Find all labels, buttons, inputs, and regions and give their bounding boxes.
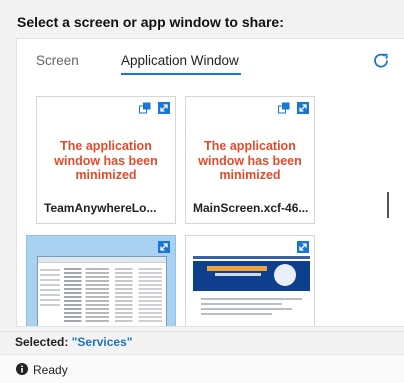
restore-icon[interactable] [139, 102, 151, 114]
window-thumbnail[interactable]: The application window has been minimize… [185, 96, 315, 224]
restore-icon[interactable] [278, 102, 290, 114]
expand-icon[interactable] [297, 102, 309, 114]
window-title: TeamAnywhereLo... [44, 201, 157, 215]
info-icon [16, 363, 28, 375]
window-picker-panel: Screen Application Window The applicatio… [16, 38, 404, 327]
window-thumbnail-selected[interactable] [26, 235, 176, 326]
window-preview-image [37, 256, 167, 326]
tab-application-window[interactable]: Application Window [121, 53, 241, 75]
expand-icon[interactable] [158, 102, 170, 114]
scrollbar-thumb[interactable] [387, 192, 389, 218]
status-text: Ready [33, 363, 68, 377]
refresh-icon[interactable] [371, 51, 391, 71]
dialog-heading: Select a screen or app window to share: [17, 14, 284, 30]
status-bar: Ready [0, 354, 404, 383]
minimized-message: The application window has been minimize… [54, 139, 158, 182]
expand-icon[interactable] [158, 241, 170, 253]
tab-application-window-label: Application Window [121, 53, 239, 68]
minimized-message: The application window has been minimize… [198, 139, 302, 182]
window-preview-image [193, 256, 310, 326]
selected-value: "Services" [71, 335, 133, 349]
selected-window-label: Selected: "Services" [15, 335, 132, 349]
expand-icon[interactable] [297, 241, 309, 253]
window-thumbnail[interactable]: The application window has been minimize… [36, 96, 176, 224]
divider [0, 331, 404, 332]
active-tab-indicator [121, 73, 241, 75]
tab-screen[interactable]: Screen [36, 53, 79, 68]
selected-label: Selected: [15, 335, 69, 349]
window-thumbnail[interactable] [185, 235, 315, 326]
window-title: MainScreen.xcf-46... [193, 201, 309, 215]
